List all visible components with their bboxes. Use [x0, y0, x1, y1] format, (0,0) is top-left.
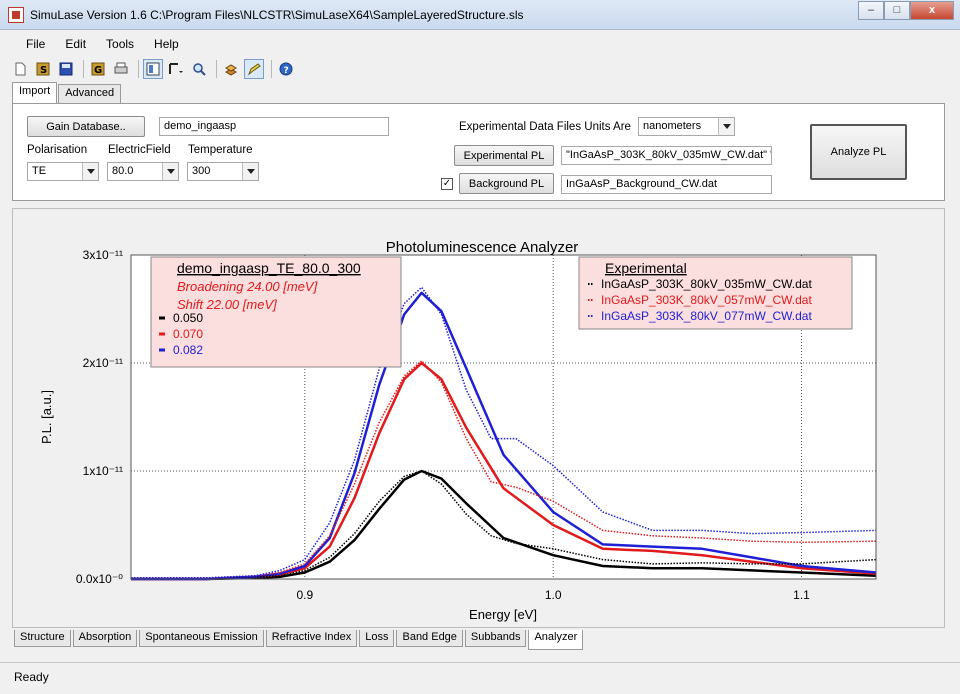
theory-legend-label: 0.082 [173, 343, 203, 357]
x-tick-label: 1.0 [545, 588, 562, 602]
save-disk-icon[interactable] [56, 59, 76, 79]
theory-legend: demo_ingaasp_TE_80.0_300 Broadening 24.0… [150, 256, 402, 368]
polarisation-label: Polarisation [27, 144, 88, 156]
status-text: Ready [14, 670, 49, 684]
experimental-pl-field[interactable]: "InGaAsP_303K_80kV_035mW_CW.dat" " [561, 146, 772, 165]
help-icon[interactable]: ? [276, 59, 296, 79]
pl-chart: Photoluminescence Analyzer 0.9 1.0 1.1 0.0… [39, 239, 877, 622]
tab-import[interactable]: Import [12, 82, 58, 103]
experimental-legend: Experimental InGaAsP_303K_80kV_035mW_CW.… [578, 256, 853, 330]
toolbar-separator [83, 60, 84, 78]
toolbar-separator [138, 60, 139, 78]
x-tick-labels: 0.9 1.0 1.1 [296, 588, 810, 602]
experimental-legend-label: InGaAsP_303K_80kV_035mW_CW.dat [601, 277, 812, 291]
svg-text:G: G [94, 65, 102, 76]
chevron-down-icon[interactable] [162, 163, 178, 180]
background-pl-button[interactable]: Background PL [459, 173, 554, 194]
tab-band-edge[interactable]: Band Edge [396, 630, 463, 647]
chart-title: Photoluminescence Analyzer [386, 239, 579, 256]
temperature-label: Temperature [188, 144, 253, 156]
experimental-pl-button[interactable]: Experimental PL [454, 145, 554, 166]
temperature-select[interactable]: 300 [187, 162, 259, 181]
tab-structure[interactable]: Structure [14, 630, 71, 647]
units-label: Experimental Data Files Units Are [459, 121, 631, 133]
ruler-dropdown-icon[interactable] [166, 59, 186, 79]
save-s-icon[interactable]: S [33, 59, 53, 79]
chevron-down-icon[interactable] [718, 118, 734, 135]
tab-advanced[interactable]: Advanced [58, 84, 122, 103]
menu-help[interactable]: Help [144, 33, 189, 55]
x-tick-label: 0.9 [296, 588, 313, 602]
menu-bar: File Edit Tools Help [0, 33, 189, 55]
minimize-button[interactable]: – [858, 1, 884, 20]
y-tick-label: 2x10⁻¹¹ [83, 356, 123, 370]
tab-refractive-index[interactable]: Refractive Index [265, 630, 358, 647]
maximize-button[interactable]: □ [884, 1, 910, 20]
chevron-down-icon[interactable] [242, 163, 258, 180]
electricfield-select[interactable]: 80.0 [107, 162, 179, 181]
broadening-label: Broadening 24.00 [meV] [177, 279, 318, 294]
units-select[interactable]: nanometers [638, 117, 735, 136]
tab-spontaneous-emission[interactable]: Spontaneous Emission [139, 630, 264, 647]
svg-text:?: ? [284, 66, 289, 76]
chevron-down-icon[interactable] [82, 163, 98, 180]
toolbar: S G ? [10, 58, 299, 80]
polarisation-select[interactable]: TE [27, 162, 99, 181]
print-icon[interactable] [111, 59, 131, 79]
chart-area: Photoluminescence Analyzer 0.9 1.0 1.1 0.0… [12, 208, 945, 628]
background-pl-field[interactable]: InGaAsP_Background_CW.dat [561, 175, 772, 194]
new-file-icon[interactable] [10, 59, 30, 79]
gain-g-icon[interactable]: G [88, 59, 108, 79]
menu-edit[interactable]: Edit [55, 33, 96, 55]
electricfield-label: ElectricField [108, 144, 171, 156]
layout-icon[interactable] [143, 59, 163, 79]
theory-legend-label: 0.070 [173, 327, 203, 341]
bottom-tab-strip: Structure Absorption Spontaneous Emissio… [14, 630, 585, 650]
menu-tools[interactable]: Tools [96, 33, 144, 55]
y-tick-label: 3x10⁻¹¹ [83, 248, 123, 262]
toolbar-separator [271, 60, 272, 78]
svg-text:S: S [40, 65, 47, 76]
window-title: SimuLase Version 1.6 C:\Program Files\NL… [30, 8, 524, 22]
pencil-icon[interactable] [244, 59, 264, 79]
window-controls: – □ x [858, 1, 954, 20]
gain-database-field[interactable]: demo_ingaasp [159, 117, 389, 136]
electricfield-value: 80.0 [112, 165, 134, 177]
tab-analyzer[interactable]: Analyzer [528, 630, 584, 650]
y-tick-label: 1x10⁻¹¹ [83, 464, 123, 478]
toolbar-separator [216, 60, 217, 78]
close-button[interactable]: x [910, 1, 954, 20]
y-tick-label: 0.0x10⁻⁰ [76, 572, 123, 586]
experimental-legend-label: InGaAsP_303K_80kV_077mW_CW.dat [601, 309, 812, 323]
app-icon [8, 7, 24, 23]
theory-legend-label: 0.050 [173, 311, 203, 325]
analyze-pl-button[interactable]: Analyze PL [810, 124, 907, 180]
tab-absorption[interactable]: Absorption [72, 630, 138, 647]
shift-label: Shift 22.00 [meV] [177, 297, 277, 312]
gain-database-button[interactable]: Gain Database.. [27, 116, 145, 137]
background-checkbox[interactable]: ✓ [441, 178, 453, 190]
title-bar: SimuLase Version 1.6 C:\Program Files\NL… [0, 0, 960, 30]
tab-loss[interactable]: Loss [359, 630, 395, 647]
experimental-legend-heading: Experimental [605, 260, 687, 276]
x-axis-label: Energy [eV] [469, 607, 537, 622]
layers-icon[interactable] [221, 59, 241, 79]
tab-subbands[interactable]: Subbands [464, 630, 527, 647]
experimental-legend-label: InGaAsP_303K_80kV_057mW_CW.dat [601, 293, 812, 307]
theory-legend-heading: demo_ingaasp_TE_80.0_300 [177, 260, 361, 276]
top-tab-strip: Import Advanced [12, 82, 122, 104]
status-bar: Ready [0, 662, 960, 694]
experimental-legend-entries: InGaAsP_303K_80kV_035mW_CW.dat InGaAsP_30… [588, 277, 812, 323]
y-axis-label: P.L. [a.u.] [39, 390, 54, 444]
polarisation-value: TE [32, 165, 47, 177]
magnifier-icon[interactable] [189, 59, 209, 79]
x-tick-label: 1.1 [793, 588, 810, 602]
import-panel: Gain Database.. demo_ingaasp Polarisatio… [12, 103, 945, 201]
units-value: nanometers [643, 120, 702, 132]
menu-file[interactable]: File [16, 33, 55, 55]
temperature-value: 300 [192, 165, 211, 177]
y-tick-labels: 0.0x10⁻⁰ 1x10⁻¹¹ 2x10⁻¹¹ 3x10⁻¹¹ [76, 248, 123, 586]
